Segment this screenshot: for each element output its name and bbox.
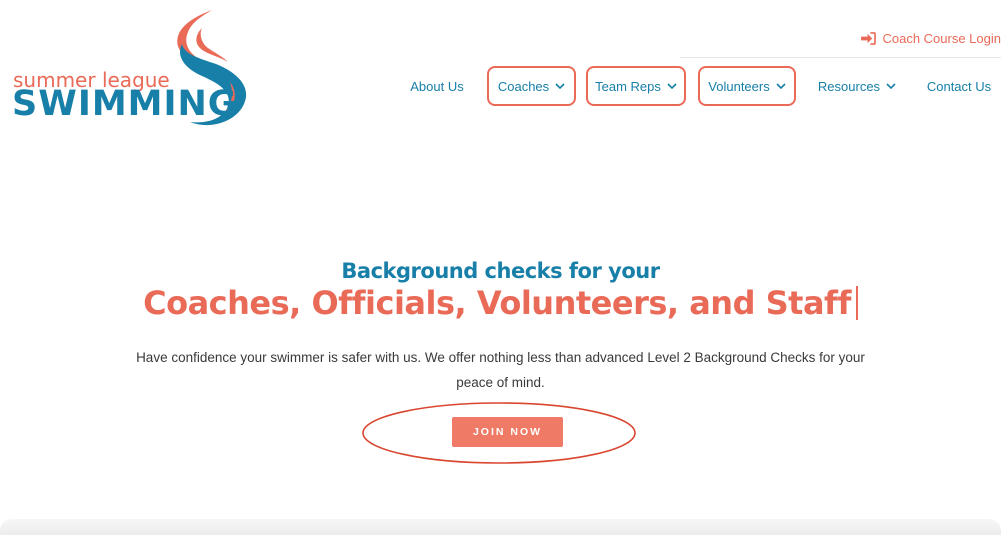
typing-cursor	[855, 286, 858, 320]
nav-label: Coaches	[497, 78, 550, 94]
join-now-button[interactable]: JOIN NOW	[452, 417, 563, 447]
sign-in-icon	[861, 32, 877, 45]
hero-description: Have confidence your swimmer is safer wi…	[136, 350, 865, 390]
nav-label: Team Reps	[595, 78, 661, 94]
nav-item-about-us[interactable]: About Us	[404, 66, 470, 106]
nav-item-team-reps[interactable]: Team Reps	[586, 66, 686, 106]
logo-text-swimming: SWIMMING	[12, 84, 238, 124]
top-divider	[680, 57, 1001, 58]
nav-item-resources[interactable]: Resources	[812, 66, 902, 106]
chevron-down-icon	[555, 82, 565, 89]
chevron-down-icon	[886, 82, 896, 89]
hero-title-wrap: Coaches, Officials, Volunteers, and Staf…	[0, 284, 1001, 322]
hero-title: Coaches, Officials, Volunteers, and Staf…	[143, 284, 851, 322]
chevron-down-icon	[667, 82, 677, 89]
nav-label: Resources	[817, 78, 881, 94]
nav-item-volunteers[interactable]: Volunteers	[698, 66, 796, 106]
coach-course-login-link[interactable]: Coach Course Login	[861, 31, 1001, 46]
nav-label: About Us	[410, 78, 464, 94]
hero-subtitle: Background checks for your	[341, 259, 660, 283]
nav-item-contact-us[interactable]: Contact Us	[920, 66, 998, 106]
nav-label: Contact Us	[926, 78, 992, 94]
coach-course-login-label: Coach Course Login	[882, 31, 1001, 46]
site-logo[interactable]: summer league SWIMMING	[12, 6, 247, 130]
next-section-edge	[0, 519, 1001, 535]
nav-label: Volunteers	[708, 78, 770, 94]
chevron-down-icon	[776, 82, 786, 89]
nav-item-coaches[interactable]: Coaches	[487, 66, 576, 106]
